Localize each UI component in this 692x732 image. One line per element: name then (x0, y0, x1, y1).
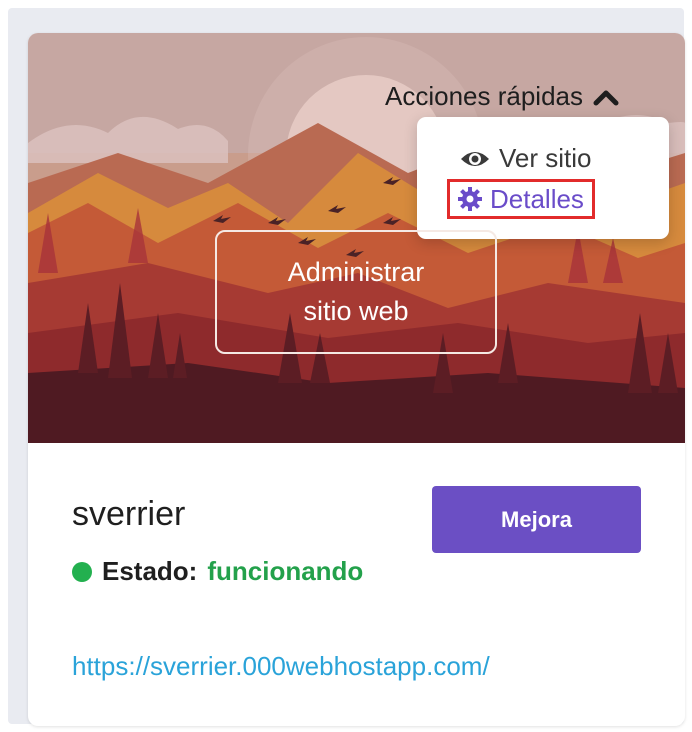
menu-item-view-site[interactable]: Ver sitio (459, 143, 592, 174)
site-url-link[interactable]: https://sverrier.000webhostapp.com/ (72, 651, 490, 682)
gear-icon (458, 187, 482, 211)
manage-website-label-line1: Administrar (287, 257, 425, 287)
quick-actions-menu: Ver sitio Detalles (417, 117, 669, 239)
manage-website-button[interactable]: Administrar sitio web (215, 230, 497, 354)
hero-illustration: Acciones rápidas Ver sitio Detalles Admi… (28, 33, 685, 443)
quick-actions-label: Acciones rápidas (385, 81, 583, 111)
website-card: Acciones rápidas Ver sitio Detalles Admi… (28, 33, 685, 726)
site-status: Estado: funcionando (72, 556, 363, 587)
quick-actions-toggle[interactable]: Acciones rápidas (385, 81, 619, 112)
status-label: Estado: (102, 556, 198, 586)
manage-website-label-line2: sitio web (303, 296, 409, 326)
eye-icon (461, 151, 489, 166)
status-value: funcionando (207, 556, 364, 586)
status-dot-icon (72, 561, 92, 582)
menu-item-details[interactable]: Detalles (447, 179, 595, 219)
chevron-up-icon (593, 90, 619, 105)
site-name: sverrier (72, 495, 186, 533)
upgrade-button[interactable]: Mejora (432, 486, 641, 553)
menu-item-view-site-label: Ver sitio (499, 143, 592, 173)
menu-item-details-label: Detalles (490, 183, 584, 214)
